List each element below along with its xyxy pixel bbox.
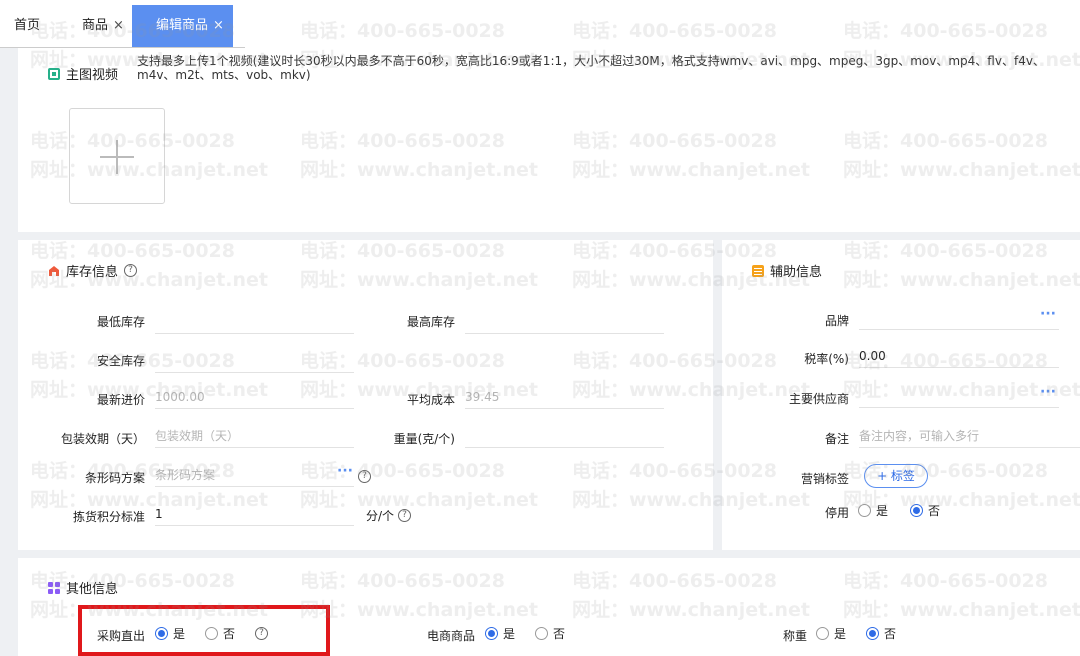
shelf-life-input[interactable]: 包装效期（天）: [155, 424, 354, 448]
brand-select[interactable]: [859, 306, 1059, 330]
radio-label: 否: [928, 504, 941, 518]
weighing-yes-radio[interactable]: 是: [816, 625, 846, 642]
ecommerce-label: 电商商品: [426, 629, 475, 643]
remark-input[interactable]: 备注内容，可输入多行: [859, 424, 1080, 448]
close-icon[interactable]: ×: [113, 18, 124, 33]
supplier-select[interactable]: [859, 384, 1059, 408]
min-stock-input[interactable]: [155, 310, 354, 334]
radio-icon: [535, 627, 549, 640]
tab-goods-label: 商品: [82, 18, 109, 33]
document-icon: [752, 264, 764, 277]
avg-cost-label: 平均成本: [406, 393, 455, 407]
more-icon[interactable]: ···: [337, 463, 353, 479]
weight-input[interactable]: [465, 424, 664, 448]
brand-label: 品牌: [824, 314, 849, 328]
warehouse-icon: [49, 265, 59, 276]
radio-checked-icon: [910, 504, 924, 517]
apps-icon: [48, 581, 60, 594]
latest-price-field: 1000.00: [155, 385, 354, 409]
help-icon[interactable]: ?: [398, 509, 412, 522]
more-icon[interactable]: ···: [1040, 306, 1056, 322]
stock-title-text: 库存信息: [66, 265, 119, 280]
marketing-tag-label: 营销标签: [800, 472, 849, 486]
safe-stock-label: 安全库存: [96, 354, 145, 368]
ecommerce-no-radio[interactable]: 否: [535, 625, 565, 642]
tab-goods[interactable]: 商品 ×: [82, 5, 124, 47]
barcode-label: 条形码方案: [84, 471, 145, 485]
radio-label: 是: [503, 627, 516, 641]
more-icon[interactable]: ···: [1040, 384, 1056, 400]
weight-label: 重量(克/个): [393, 432, 455, 446]
stock-section-title: 库存信息 ?: [48, 261, 138, 280]
radio-checked-icon: [866, 627, 880, 640]
picking-score-input[interactable]: 1: [155, 502, 354, 526]
video-section-title: 主图视频: [48, 64, 118, 83]
supplier-label: 主要供应商: [788, 392, 849, 406]
picking-unit-text: 分/个: [366, 509, 395, 523]
tab-edit-goods[interactable]: 编辑商品 ×: [132, 5, 233, 47]
tab-home[interactable]: 首页: [14, 5, 40, 47]
radio-label: 否: [553, 627, 566, 641]
min-stock-label: 最低库存: [96, 315, 145, 329]
disabled-radio-group: 是 否: [858, 502, 940, 519]
disabled-label: 停用: [824, 506, 849, 520]
tab-bar: 首页 商品 × 编辑商品 ×: [0, 0, 1080, 48]
help-icon[interactable]: ?: [124, 264, 138, 277]
close-icon[interactable]: ×: [213, 18, 224, 33]
tax-rate-input[interactable]: 0.00: [859, 344, 1059, 368]
radio-label: 否: [884, 627, 897, 641]
disabled-no-radio[interactable]: 否: [910, 502, 940, 519]
max-stock-input[interactable]: [465, 310, 664, 334]
remark-label: 备注: [824, 432, 849, 446]
shelf-life-label: 包装效期（天）: [60, 432, 145, 446]
tab-edit-label: 编辑商品: [156, 18, 209, 33]
help-icon[interactable]: ?: [358, 470, 371, 483]
radio-label: 是: [834, 627, 847, 641]
latest-price-label: 最新进价: [96, 393, 145, 407]
radio-icon: [816, 627, 829, 640]
weighing-no-radio[interactable]: 否: [866, 625, 896, 642]
picking-score-label: 拣货积分标准: [72, 510, 145, 524]
disabled-yes-radio[interactable]: 是: [858, 502, 888, 519]
highlight-box: [78, 605, 330, 656]
other-title-text: 其他信息: [66, 582, 119, 597]
aux-section-title: 辅助信息: [752, 261, 822, 280]
video-title-text: 主图视频: [66, 68, 119, 83]
weighing-label: 称重: [782, 629, 807, 643]
radio-checked-icon: [485, 627, 498, 640]
ecommerce-radio-group: 是 否: [485, 625, 565, 642]
add-tag-button[interactable]: + 标签: [864, 464, 928, 488]
radio-label: 是: [876, 504, 889, 518]
picking-unit: 分/个 ?: [366, 507, 412, 524]
radio-icon: [858, 504, 871, 517]
avg-cost-field: 39.45: [465, 385, 664, 409]
video-icon: [48, 67, 60, 80]
aux-title-text: 辅助信息: [770, 265, 823, 280]
max-stock-label: 最高库存: [406, 315, 455, 329]
safe-stock-input[interactable]: [155, 349, 354, 373]
video-upload-hint: 支持最多上传1个视频(建议时长30秒以内最多不高于60秒，宽高比16:9或者1:…: [137, 54, 1045, 82]
weighing-radio-group: 是 否: [816, 625, 896, 642]
ecommerce-yes-radio[interactable]: 是: [485, 625, 515, 642]
barcode-select[interactable]: 条形码方案: [155, 463, 354, 487]
tab-home-label: 首页: [14, 18, 41, 33]
other-section-title: 其他信息: [48, 578, 118, 597]
video-upload-button[interactable]: [69, 108, 165, 204]
tax-rate-label: 税率(%): [804, 352, 849, 366]
